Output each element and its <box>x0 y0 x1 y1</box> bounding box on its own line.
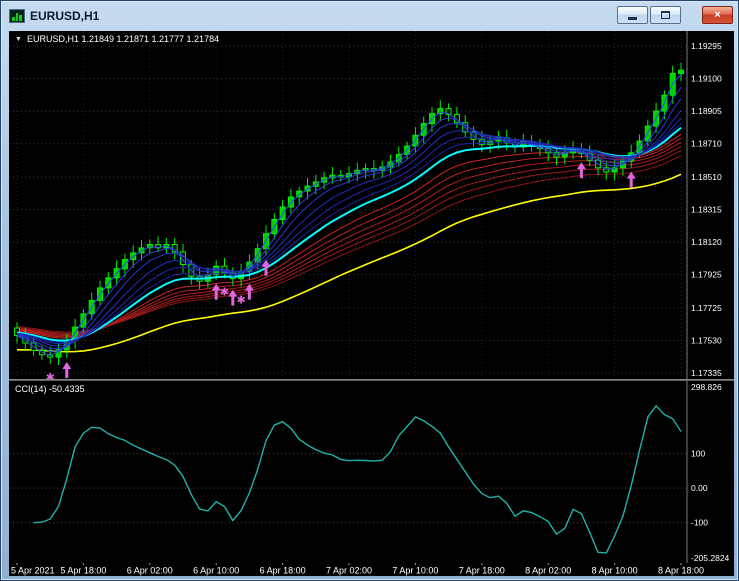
maximize-icon <box>661 11 670 19</box>
signal-star-icon: ✱ <box>236 295 245 307</box>
svg-text:7 Apr 18:00: 7 Apr 18:00 <box>459 566 505 576</box>
svg-text:5 Apr 2021: 5 Apr 2021 <box>11 566 55 576</box>
svg-text:1.17530: 1.17530 <box>691 336 722 346</box>
svg-text:7 Apr 10:00: 7 Apr 10:00 <box>392 566 438 576</box>
maximize-button[interactable] <box>650 6 681 24</box>
time-axis[interactable]: 5 Apr 2021 5 Apr 18:00 6 Apr 02:00 6 Apr 10… <box>9 563 734 576</box>
svg-text:8 Apr 10:00: 8 Apr 10:00 <box>592 566 638 576</box>
cci-chart[interactable]: 298.826 100 0.00 -100 -205.2824 <box>9 381 734 563</box>
svg-text:1.18120: 1.18120 <box>691 237 722 247</box>
svg-text:1.17725: 1.17725 <box>691 303 722 313</box>
buy-arrow-icon <box>626 171 636 188</box>
window-title: EURUSD,H1 <box>30 9 100 23</box>
svg-text:1.19100: 1.19100 <box>691 74 722 84</box>
svg-text:1.18315: 1.18315 <box>691 205 722 215</box>
signal-markers: ✱ ✱ ✱ <box>46 162 636 379</box>
cci-levels <box>9 453 687 524</box>
minimize-button[interactable] <box>617 6 648 24</box>
signal-star-icon: ✱ <box>46 372 55 379</box>
window-controls: × <box>615 6 733 24</box>
svg-text:1.17925: 1.17925 <box>691 270 722 280</box>
price-axis: 1.19295 1.19100 1.18905 1.18710 1.18510 1.183… <box>686 31 722 379</box>
chart-client-area: ✱ ✱ ✱ 1.19295 1.19100 1.18905 1.18710 1.18510 1.… <box>9 31 734 576</box>
svg-text:1.18510: 1.18510 <box>691 172 722 182</box>
svg-text:6 Apr 02:00: 6 Apr 02:00 <box>127 566 173 576</box>
svg-text:8 Apr 18:00: 8 Apr 18:00 <box>658 566 704 576</box>
buy-arrow-icon <box>62 362 72 378</box>
svg-text:1.19295: 1.19295 <box>691 41 722 51</box>
time-axis-labels: 5 Apr 2021 5 Apr 18:00 6 Apr 02:00 6 Apr 10… <box>11 563 704 576</box>
svg-text:1.18710: 1.18710 <box>691 139 722 149</box>
close-icon: × <box>714 8 721 21</box>
cci-line <box>33 404 682 554</box>
price-chart[interactable]: ✱✱✱1.192951.191001.189051.187101.185101.… <box>9 31 734 379</box>
svg-text:-205.2824: -205.2824 <box>691 553 730 563</box>
minimize-icon <box>628 17 637 20</box>
cci-axis: 298.826 100 0.00 -100 -205.2824 <box>686 381 730 563</box>
price-chart-panel[interactable]: ✱ ✱ ✱ 1.19295 1.19100 1.18905 1.18710 1.18510 1.… <box>9 31 734 379</box>
svg-text:0.00: 0.00 <box>691 483 708 493</box>
price-grid <box>9 31 687 379</box>
time-axis-scale[interactable]: 5 Apr 2021 5 Apr 18:00 6 Apr 02:00 6 Apr 10… <box>9 563 734 576</box>
svg-text:6 Apr 18:00: 6 Apr 18:00 <box>260 566 306 576</box>
svg-text:1.17335: 1.17335 <box>691 368 722 378</box>
svg-text:298.826: 298.826 <box>691 382 722 392</box>
signal-star-icon: ✱ <box>220 286 229 298</box>
close-button[interactable]: × <box>702 6 733 24</box>
title-bar[interactable]: EURUSD,H1 <box>5 4 628 28</box>
svg-text:1.18905: 1.18905 <box>691 106 722 116</box>
svg-text:-100: -100 <box>691 518 708 528</box>
svg-text:6 Apr 10:00: 6 Apr 10:00 <box>193 566 239 576</box>
svg-text:100: 100 <box>691 449 705 459</box>
app-icon <box>9 9 25 23</box>
svg-text:8 Apr 02:00: 8 Apr 02:00 <box>525 566 571 576</box>
buy-arrow-icon <box>261 259 271 276</box>
cci-panel[interactable]: 298.826 100 0.00 -100 -205.2824 CCI(14) -50.… <box>9 381 734 563</box>
svg-text:5 Apr 18:00: 5 Apr 18:00 <box>60 566 106 576</box>
svg-text:7 Apr 02:00: 7 Apr 02:00 <box>326 566 372 576</box>
chart-window: EURUSD,H1 × ✱ ✱ ✱ 1.19295 1.19100 1.18905 1.18… <box>0 0 739 581</box>
